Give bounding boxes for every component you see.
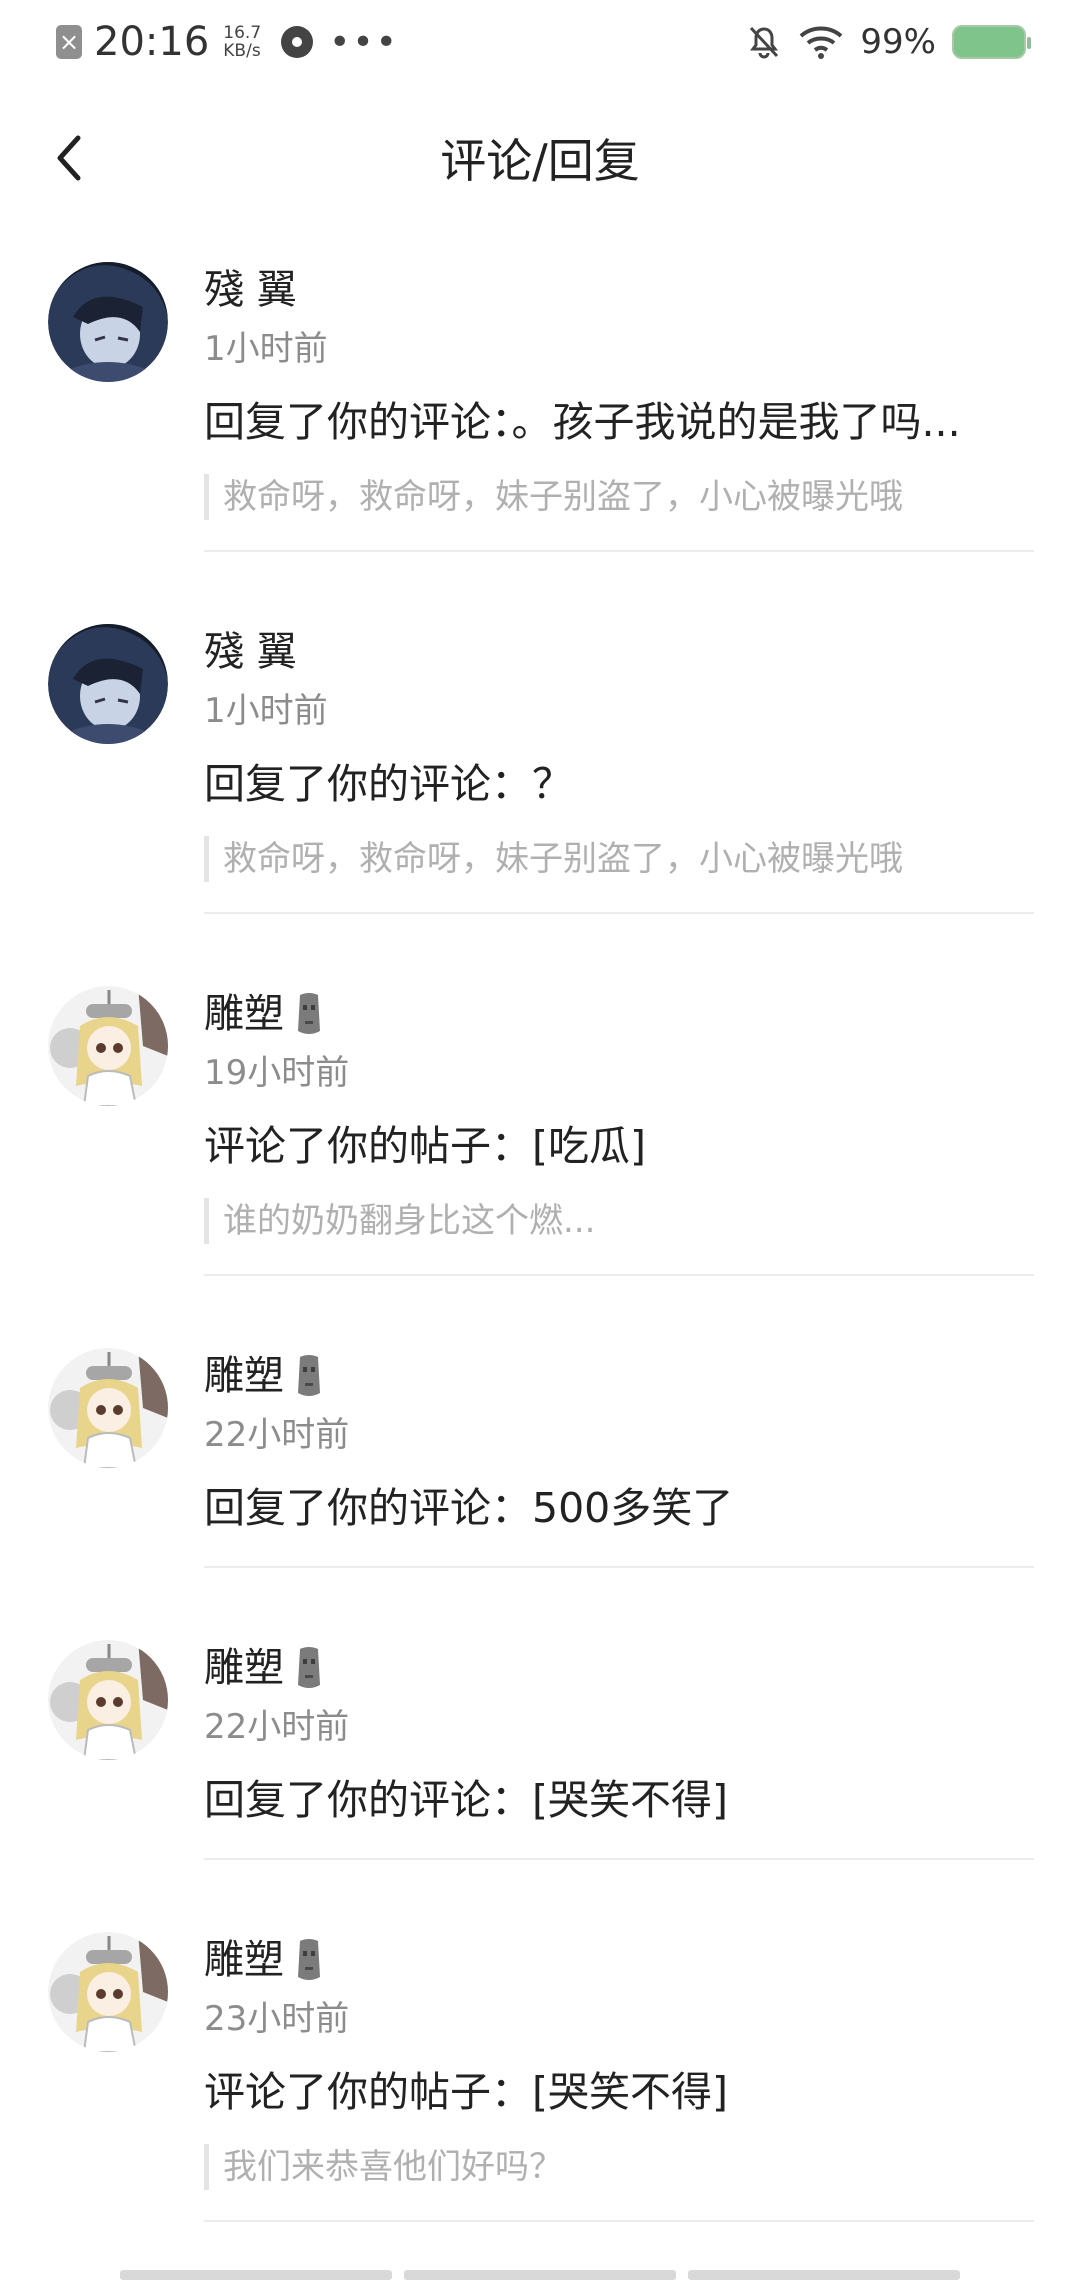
battery-percent: 99% [860,22,936,62]
notification-content: 殘 翼 1小时前 回复了你的评论：？ 救命呀，救命呀，妹子别盗了，小心被曝光哦 [204,624,1034,882]
divider [204,2220,1034,2222]
quoted-comment[interactable]: 谁的奶奶翻身比这个燃... [204,1198,1034,1244]
network-speed: 16.7 KB/s [223,24,261,60]
avatar[interactable] [48,624,168,744]
status-right: 99% [746,22,1031,62]
divider [204,912,1034,914]
user-name[interactable]: 殘 翼 [204,624,1034,680]
wifi-icon [800,26,843,59]
nav-bar: 评论/回复 [0,110,1080,206]
moai-badge-icon [298,993,320,1034]
avatar[interactable] [48,986,168,1106]
notification-message[interactable]: 回复了你的评论：[哭笑不得] [204,1770,1034,1830]
user-name-text: 雕塑 [204,1353,284,1399]
notification-message[interactable]: 回复了你的评论：？ [204,754,1034,814]
user-name[interactable]: 雕塑 [204,1348,1034,1404]
quoted-comment[interactable]: 我们来恭喜他们好吗？ [204,2144,1034,2190]
notification-content: 雕塑 22小时前 回复了你的评论：500多笑了 [204,1348,1034,1538]
user-name-text: 雕塑 [204,991,284,1037]
notification-content: 雕塑 19小时前 评论了你的帖子：[吃瓜] 谁的奶奶翻身比这个燃... [204,986,1034,1244]
notification-content: 殘 翼 1小时前 回复了你的评论：。孩子我说的是我了吗... 救命呀，救命呀，妹… [204,262,1034,520]
avatar-anime-girl-image [48,1640,168,1760]
notification-message[interactable]: 评论了你的帖子：[吃瓜] [204,1116,1034,1176]
user-name[interactable]: 雕塑 [204,1640,1034,1696]
quoted-comment[interactable]: 救命呀，救命呀，妹子别盗了，小心被曝光哦 [204,836,1034,882]
user-name-text: 殘 翼 [204,629,297,675]
user-name[interactable]: 殘 翼 [204,262,1034,318]
notification-content: 雕塑 22小时前 回复了你的评论：[哭笑不得] [204,1640,1034,1830]
user-name-text: 雕塑 [204,1645,284,1691]
indicator-segment [688,2270,960,2280]
music-disc-icon [281,26,314,58]
moai-badge-icon [298,1939,320,1980]
more-notifications-icon: ••• [329,21,399,63]
back-chevron-icon[interactable] [44,130,100,186]
divider [204,1858,1034,1860]
moai-badge-icon [298,1355,320,1396]
notification-close-icon: × [56,25,82,59]
indicator-segment [120,2270,392,2280]
notification-message[interactable]: 回复了你的评论：500多笑了 [204,1478,1034,1538]
divider [204,1566,1034,1568]
battery-icon [952,25,1031,59]
avatar-anime-girl-image [48,1932,168,2052]
indicator-segment [404,2270,676,2280]
avatar-anime-boy-image [48,262,168,382]
avatar-anime-girl-image [48,986,168,1106]
network-speed-value: 16.7 [223,23,262,43]
bell-off-icon [750,26,779,59]
user-name[interactable]: 雕塑 [204,1932,1034,1988]
network-speed-unit: KB/s [223,41,261,61]
avatar[interactable] [48,1640,168,1760]
status-bar: × 20:16 16.7 KB/s ••• 99% [0,0,1080,84]
notification-message[interactable]: 回复了你的评论：。孩子我说的是我了吗... [204,392,1034,452]
status-time: 20:16 [94,19,210,65]
status-left: × 20:16 16.7 KB/s ••• [56,19,399,65]
moai-badge-icon [298,1647,320,1688]
user-name[interactable]: 雕塑 [204,986,1034,1042]
notification-content: 雕塑 23小时前 评论了你的帖子：[哭笑不得] 我们来恭喜他们好吗？ [204,1932,1034,2190]
user-name-text: 殘 翼 [204,267,297,313]
avatar-anime-girl-image [48,1348,168,1468]
user-name-text: 雕塑 [204,1937,284,1983]
avatar-anime-boy-image [48,624,168,744]
divider [204,550,1034,552]
avatar[interactable] [48,262,168,382]
quoted-comment[interactable]: 救命呀，救命呀，妹子别盗了，小心被曝光哦 [204,474,1034,520]
timestamp: 19小时前 [204,1053,350,1093]
notification-message[interactable]: 评论了你的帖子：[哭笑不得] [204,2062,1034,2122]
avatar[interactable] [48,1932,168,2052]
page-title: 评论/回复 [440,134,640,188]
timestamp: 22小时前 [204,1415,350,1455]
timestamp: 22小时前 [204,1707,350,1747]
timestamp: 23小时前 [204,1999,350,2039]
divider [204,1274,1034,1276]
timestamp: 1小时前 [204,329,328,369]
bottom-scroll-indicator [120,2270,960,2280]
avatar[interactable] [48,1348,168,1468]
timestamp: 1小时前 [204,691,328,731]
